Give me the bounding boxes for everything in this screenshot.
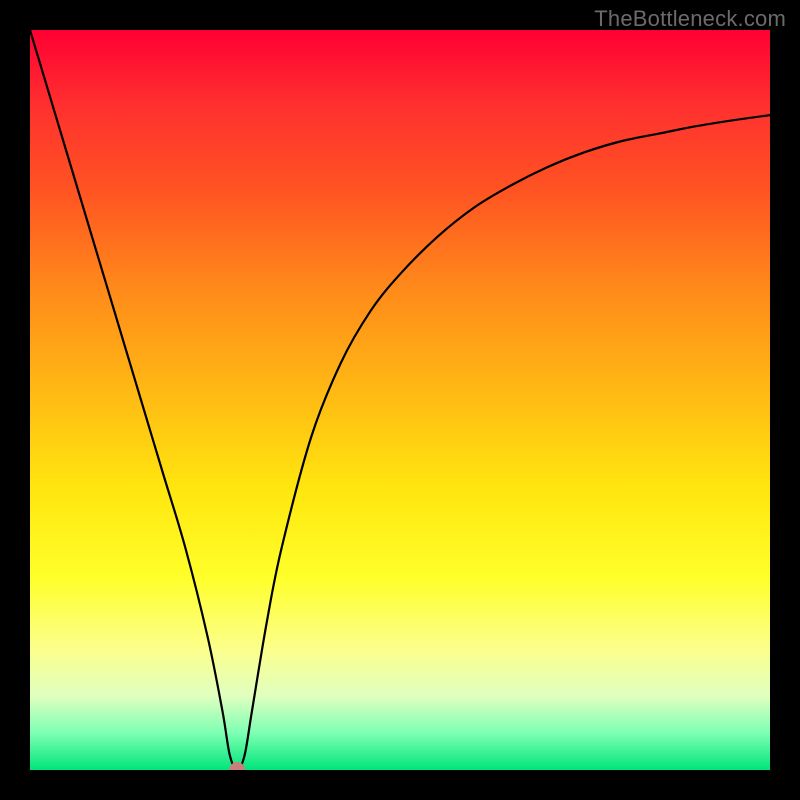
- bottleneck-curve: [30, 30, 770, 770]
- watermark-text: TheBottleneck.com: [594, 6, 786, 32]
- chart-svg: [30, 30, 770, 770]
- marker-dot: [229, 762, 245, 770]
- plot-area: [30, 30, 770, 770]
- chart-frame: TheBottleneck.com: [0, 0, 800, 800]
